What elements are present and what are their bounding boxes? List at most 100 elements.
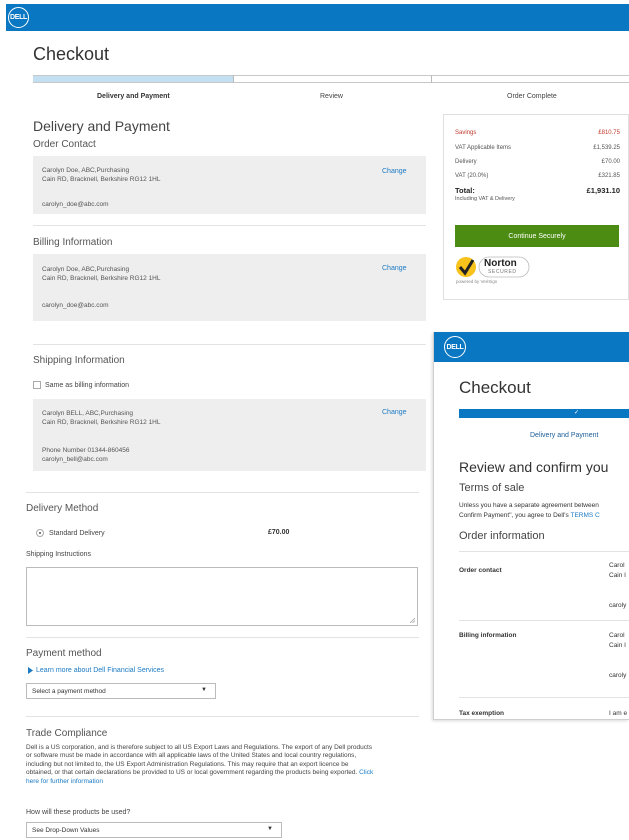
norton-secured-badge: Norton SECURED powered by VeriSign (455, 253, 531, 289)
continue-securely-button[interactable]: Continue Securely (455, 225, 619, 247)
divider (26, 492, 419, 493)
billing-info-title: Billing Information (33, 237, 113, 248)
top-header-bar: DELL (6, 4, 629, 31)
section-title-delivery-payment: Delivery and Payment (33, 118, 170, 134)
order-contact-address: Cain RD, Bracknell, Berkshire RG12 1HL (42, 176, 161, 183)
shipping-info-box: Carolyn BELL, ABC,Purchasing Cain RD, Br… (33, 399, 426, 471)
check-icon: ✓ (574, 410, 580, 416)
shipping-email: carolyn_bell@abc.com (42, 456, 108, 463)
delivery-value: £70.00 (601, 159, 620, 165)
order-contact-change-link[interactable]: Change (382, 168, 407, 175)
further-info-link[interactable]: Click (359, 769, 373, 776)
billing-address: Cain I (609, 642, 626, 649)
total-row: Total: £1,931.10 (455, 186, 620, 195)
review-page-title: Checkout (459, 378, 531, 397)
shipping-name: Carolyn BELL, ABC,Purchasing (42, 410, 134, 417)
total-value: £1,931.10 (586, 186, 620, 195)
billing-email: caroly (609, 672, 627, 679)
delivery-method-title: Delivery Method (26, 503, 99, 514)
total-note: Including VAT & Delivery (455, 196, 515, 202)
trade-line: including but not limited to, the US Exp… (26, 760, 349, 768)
dell-logo[interactable]: DELL (8, 7, 29, 28)
terms-line-2: Confirm Payment", you agree to Dell's TE… (459, 512, 600, 519)
trade-compliance-text: Dell is a US corporation, and is therefo… (26, 744, 426, 786)
progress-divider (233, 75, 234, 83)
payment-method-value: Select a payment method (32, 688, 106, 695)
divider (26, 637, 419, 638)
vat-items-label: VAT Applicable Items (455, 145, 512, 151)
shipping-instructions-label: Shipping Instructions (26, 551, 91, 558)
divider (459, 620, 629, 621)
order-contact-label: Order contact (459, 567, 502, 574)
step-order-complete: Order Complete (507, 93, 557, 100)
standard-delivery-price: £70.00 (268, 529, 290, 536)
vat-label: VAT (20.0%) (455, 173, 489, 179)
chevron-down-icon: ▼ (267, 826, 273, 832)
progress-fill (33, 76, 233, 82)
order-information-title: Order information (459, 530, 545, 542)
checkout-progress-bar (33, 75, 629, 83)
products-usage-value: See Drop-Down Values (32, 827, 100, 834)
review-header-bar: DELL (434, 332, 629, 362)
vat-items-row: VAT Applicable Items £1,539.25 (455, 145, 620, 151)
review-step-label: Delivery and Payment (530, 432, 599, 439)
review-screen-preview: DELL Checkout ✓ Delivery and Payment Rev… (433, 332, 629, 720)
delivery-row: Delivery £70.00 (455, 159, 620, 165)
same-as-billing-checkbox[interactable] (33, 381, 41, 389)
standard-delivery-radio[interactable] (36, 529, 44, 537)
divider (33, 225, 426, 226)
shipping-change-link[interactable]: Change (382, 409, 407, 416)
billing-change-link[interactable]: Change (382, 265, 407, 272)
savings-row: Savings £810.75 (455, 130, 620, 136)
trade-line: obtained, or that certain declarations b… (26, 769, 358, 777)
standard-delivery-label: Standard Delivery (49, 530, 105, 537)
order-contact-address: Cain I (609, 572, 626, 579)
step-delivery-payment: Delivery and Payment (97, 93, 170, 100)
terms-line-1: Unless you have a separate agreement bet… (459, 502, 599, 509)
terms-link[interactable]: TERMS C (570, 512, 599, 519)
dell-logo[interactable]: DELL (444, 336, 466, 358)
progress-divider (431, 75, 432, 83)
tax-exemption-value: I am e (609, 710, 628, 717)
order-contact-title: Order Contact (33, 139, 96, 150)
billing-name: Carolyn Doe, ABC,Purchasing (42, 266, 130, 273)
chevron-down-icon: ▼ (201, 687, 207, 693)
terms-of-sale-title: Terms of sale (459, 482, 525, 494)
order-contact-box: Carolyn Doe, ABC,Purchasing Cain RD, Bra… (33, 156, 426, 214)
trade-line: or software must be made in accordance w… (26, 752, 357, 760)
total-label: Total: (455, 186, 475, 195)
billing-info-box: Carolyn Doe, ABC,Purchasing Cain RD, Bra… (33, 254, 426, 321)
payment-method-title: Payment method (26, 648, 102, 659)
norton-secured: SECURED (488, 269, 517, 275)
divider (26, 716, 419, 717)
review-progress-bar: ✓ (459, 409, 629, 418)
billing-email: carolyn_doe@abc.com (42, 302, 109, 309)
norton-powered: powered by VeriSign (456, 279, 498, 284)
delivery-label: Delivery (455, 159, 477, 165)
divider (459, 697, 629, 698)
vat-row: VAT (20.0%) £321.85 (455, 173, 620, 179)
terms-text: Confirm Payment", you agree to Dell's (459, 512, 569, 519)
same-as-billing-label: Same as billing information (45, 382, 130, 389)
vat-items-value: £1,539.25 (593, 145, 620, 151)
billing-information-label: Billing information (459, 632, 517, 639)
shipping-instructions-textarea[interactable] (26, 567, 418, 626)
shipping-info-title: Shipping Information (33, 355, 125, 366)
resize-handle-icon[interactable] (410, 618, 415, 623)
learn-more-financial-link[interactable]: Learn more about Dell Financial Services (36, 667, 164, 674)
order-contact-name: Carolyn Doe, ABC,Purchasing (42, 167, 130, 174)
norton-name: Norton (484, 258, 517, 269)
step-review: Review (320, 93, 343, 100)
review-heading: Review and confirm you (459, 459, 609, 475)
divider (33, 344, 426, 345)
further-info-link-continued[interactable]: here for further information (26, 778, 426, 786)
savings-label: Savings (455, 130, 477, 136)
savings-value: £810.75 (598, 130, 620, 136)
products-usage-select[interactable]: See Drop-Down Values ▼ (26, 822, 282, 838)
order-contact-email: carolyn_doe@abc.com (42, 201, 109, 208)
shipping-address: Cain RD, Bracknell, Berkshire RG12 1HL (42, 419, 161, 426)
payment-method-select[interactable]: Select a payment method ▼ (26, 683, 216, 699)
page-title: Checkout (33, 44, 110, 64)
divider (459, 551, 629, 552)
order-summary-panel: Savings £810.75 VAT Applicable Items £1,… (443, 114, 629, 300)
